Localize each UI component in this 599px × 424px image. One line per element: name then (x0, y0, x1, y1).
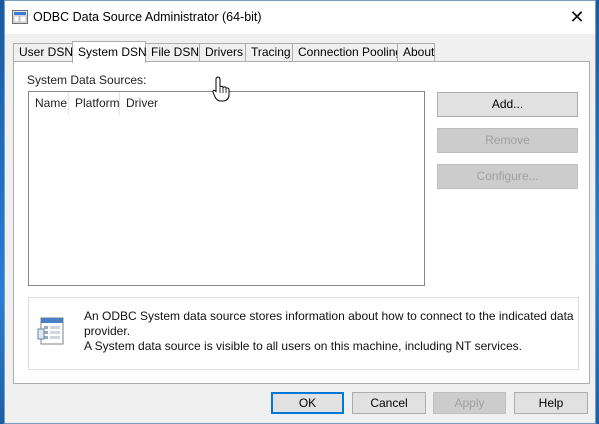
odbc-admin-window: ODBC Data Source Administrator (64-bit) … (4, 0, 596, 424)
column-header-driver[interactable]: Driver (120, 92, 423, 115)
tab-connection-pooling[interactable]: Connection Pooling (292, 43, 402, 62)
configure-button[interactable]: Configure... (437, 164, 578, 189)
cancel-button[interactable]: Cancel (352, 392, 426, 414)
data-sources-list[interactable]: Name Platform Driver (28, 91, 425, 286)
window-title: ODBC Data Source Administrator (64-bit) (33, 10, 262, 24)
info-line-1: An ODBC System data source stores inform… (84, 309, 574, 338)
apply-button[interactable]: Apply (433, 392, 506, 414)
column-header-platform[interactable]: Platform (69, 92, 120, 115)
hand-pointer-cursor-icon (212, 76, 230, 102)
add-button[interactable]: Add... (437, 92, 578, 117)
list-edge (422, 92, 424, 285)
tab-system-dsn[interactable]: System DSN (72, 41, 147, 63)
system-dsn-panel: System Data Sources: Name Platform Drive… (13, 61, 590, 384)
help-button[interactable]: Help (514, 392, 588, 414)
info-line-2: A System data source is visible to all u… (84, 339, 522, 353)
tab-user-dsn[interactable]: User DSN (13, 43, 73, 62)
info-box: An ODBC System data source stores inform… (28, 297, 579, 370)
tab-drivers[interactable]: Drivers (199, 43, 246, 62)
tab-about[interactable]: About (397, 43, 435, 62)
system-data-sources-label: System Data Sources: (27, 73, 147, 87)
data-source-info-icon (37, 317, 64, 345)
tab-tracing[interactable]: Tracing (245, 43, 293, 62)
column-header-name[interactable]: Name (29, 92, 69, 115)
title-bar[interactable]: ODBC Data Source Administrator (64-bit) … (5, 1, 595, 34)
ok-button[interactable]: OK (271, 392, 344, 414)
info-description: An ODBC System data source stores inform… (84, 309, 574, 354)
tab-file-dsn[interactable]: File DSN (145, 43, 200, 62)
odbc-app-icon (12, 10, 28, 24)
remove-button[interactable]: Remove (437, 128, 578, 153)
close-button[interactable]: ✕ (565, 5, 589, 29)
